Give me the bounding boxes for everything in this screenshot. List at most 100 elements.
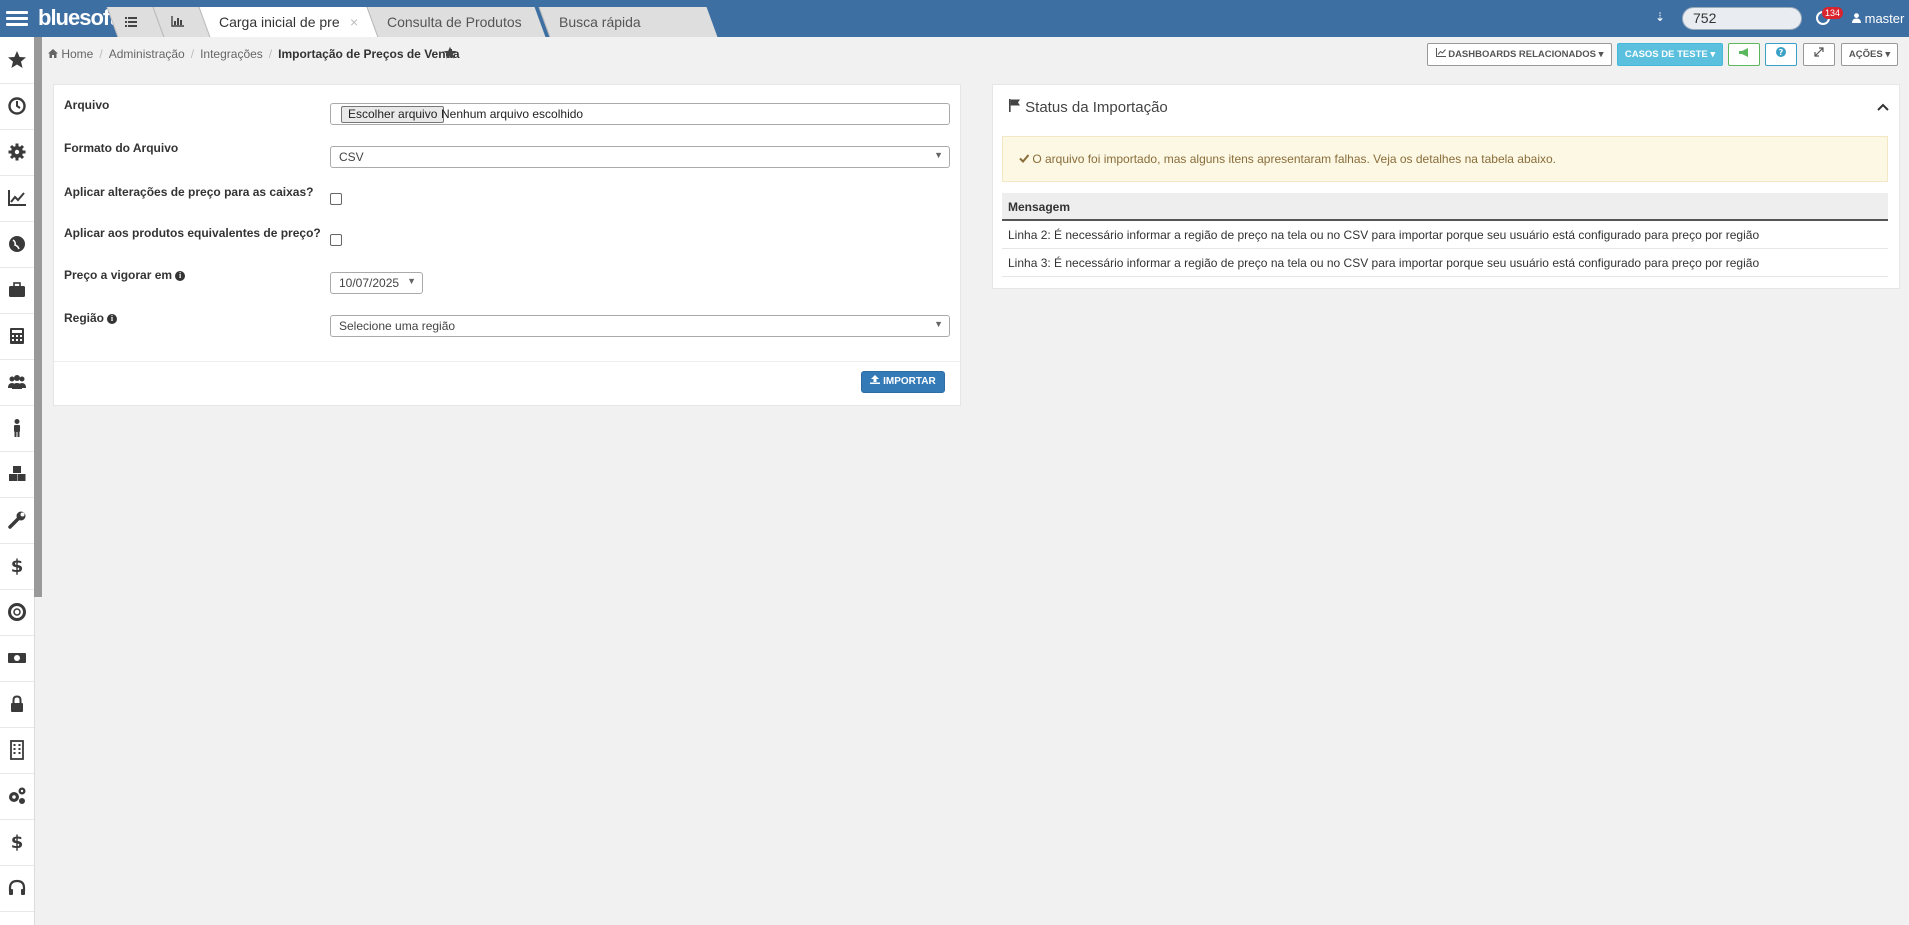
sidebar-item-person[interactable] [0,405,34,452]
format-label: Formato do Arquivo [64,141,179,155]
effective-date-label-text: Preço a vigorar em [64,268,173,282]
apply-boxes-checkbox[interactable] [330,193,342,205]
table-cell-message: Linha 2: É necessário informar a região … [1008,228,1760,242]
caret-down-icon: ▾ [1598,49,1604,60]
collapse-panel-icon[interactable] [1877,99,1889,114]
info-icon[interactable]: i [107,313,118,324]
double-chevron-down-icon[interactable]: ⇣ [1655,10,1665,24]
table-cell-message: Linha 3: É necessário informar a região … [1008,256,1760,270]
caret-down-icon: ▼ [934,150,943,160]
format-select[interactable]: CSV ▼ [330,146,950,168]
sidebar: $ $ [0,37,35,925]
effective-date-value: 10/07/2025 [339,276,400,290]
tab-label: Consulta de Produtos [387,14,522,30]
person-icon [14,419,20,437]
sidebar-item-history[interactable] [0,83,34,130]
sidebar-item-money[interactable] [0,635,34,682]
sidebar-item-users[interactable] [0,359,34,406]
table-row: Linha 3: É necessário informar a região … [1002,249,1888,277]
lock-icon [11,695,23,712]
test-cases-label: CASOS DE TESTE [1624,49,1708,60]
breadcrumb-home[interactable]: Home [61,47,93,61]
alert-text: O arquivo foi importado, mas alguns iten… [1032,152,1556,166]
region-select[interactable]: Selecione uma região ▼ [330,315,950,337]
top-bar: bluesoft Carga inicial de preços × Consu… [0,0,1909,37]
sidebar-item-security[interactable] [0,681,34,728]
briefcase-icon [9,282,25,297]
star-icon [8,51,26,68]
svg-text:$: $ [11,556,24,576]
sidebar-item-tools[interactable] [0,497,34,544]
apply-boxes-label: Aplicar alterações de preço para as caix… [64,185,314,199]
effective-date-select[interactable]: 10/07/2025 ▼ [330,272,423,294]
messages-table-header: Mensagem [1002,193,1888,221]
help-button[interactable]: ? [1765,43,1797,66]
status-title: Status da Importação [1009,99,1168,116]
sidebar-item-analytics[interactable] [0,175,34,222]
region-label-text: Região [64,311,105,325]
close-tab-icon[interactable]: × [350,7,358,37]
sidebar-item-support[interactable] [0,589,34,636]
table-row: Linha 2: É necessário informar a região … [1002,221,1888,249]
info-icon[interactable]: i [175,270,186,281]
apply-equivalents-checkbox[interactable] [330,234,342,246]
dollar-icon: $ [11,556,24,576]
bluesoft-logo[interactable]: bluesoft [38,5,117,31]
sidebar-item-business[interactable] [0,267,34,314]
headphones-icon [8,879,26,895]
choose-file-button[interactable]: Escolher arquivo [341,106,445,123]
quick-search-input[interactable]: 752 [1682,7,1802,30]
file-input[interactable]: Escolher arquivo Nenhum arquivo escolhid… [330,103,950,125]
actions-button[interactable]: AÇÕES ▾ [1841,43,1898,66]
building-icon [10,740,24,760]
support-icon [8,603,26,621]
tab-consulta-produtos[interactable]: Consulta de Produtos [366,7,546,37]
sidebar-item-global[interactable] [0,221,34,268]
check-icon [1019,154,1030,163]
dashboards-label: DASHBOARDS RELACIONADOS [1448,49,1596,60]
breadcrumb-integracoes[interactable]: Integrações [200,47,263,61]
import-button[interactable]: IMPORTAR [861,371,945,393]
question-circle-icon: ? [1776,47,1786,57]
sidebar-item-favorites[interactable] [0,37,34,84]
sidebar-item-products[interactable] [0,451,34,498]
money-icon [8,653,26,663]
sidebar-item-calculator[interactable] [0,313,34,360]
sidebar-item-pricing[interactable]: $ [0,819,34,866]
sidebar-item-settings[interactable] [0,129,34,176]
globe-icon [9,236,25,252]
format-value: CSV [339,150,364,164]
sidebar-item-company[interactable] [0,727,34,774]
fullscreen-button[interactable] [1803,43,1835,66]
breadcrumb-current: Importação de Preços de Venda [278,47,460,61]
breadcrumb-administracao[interactable]: Administração [109,47,185,61]
tab-label: Busca rápida [559,14,641,30]
caret-down-icon: ▾ [1885,49,1891,60]
sidebar-item-finance[interactable]: $ [0,543,34,590]
sidebar-item-helpdesk[interactable] [0,865,34,912]
user-menu[interactable]: master [1852,11,1904,26]
dashboards-button[interactable]: DASHBOARDS RELACIONADOS ▾ [1427,43,1612,66]
notification-badge: 134 [1822,7,1844,19]
cubes-icon [9,466,26,481]
region-placeholder: Selecione uma região [339,319,456,333]
breadcrumb: Home / Administração / Integrações / Importaçã… [48,47,460,61]
user-name: master [1864,11,1905,26]
import-form-panel [53,84,961,406]
tab-label: Carga inicial de preços [219,14,339,30]
panel-footer-divider [54,361,960,362]
apply-equivalents-label: Aplicar aos produtos equivalentes de pre… [64,226,321,240]
test-cases-button[interactable]: CASOS DE TESTE ▾ [1617,43,1723,66]
tab-carga-inicial[interactable]: Carga inicial de preços × [198,7,378,37]
sidebar-scrollbar[interactable] [34,37,42,597]
favorite-star-icon[interactable] [443,46,457,60]
tab-busca-rapida[interactable]: Busca rápida [538,7,718,37]
caret-down-icon: ▼ [407,276,416,286]
actions-label: AÇÕES [1848,49,1883,60]
announcement-button[interactable] [1728,43,1760,66]
hamburger-menu-icon[interactable] [6,8,28,28]
sidebar-item-advanced-settings[interactable] [0,773,34,820]
wrench-icon [8,511,26,529]
file-status-text: Nenhum arquivo escolhido [441,107,584,121]
svg-text:$: $ [11,832,24,852]
